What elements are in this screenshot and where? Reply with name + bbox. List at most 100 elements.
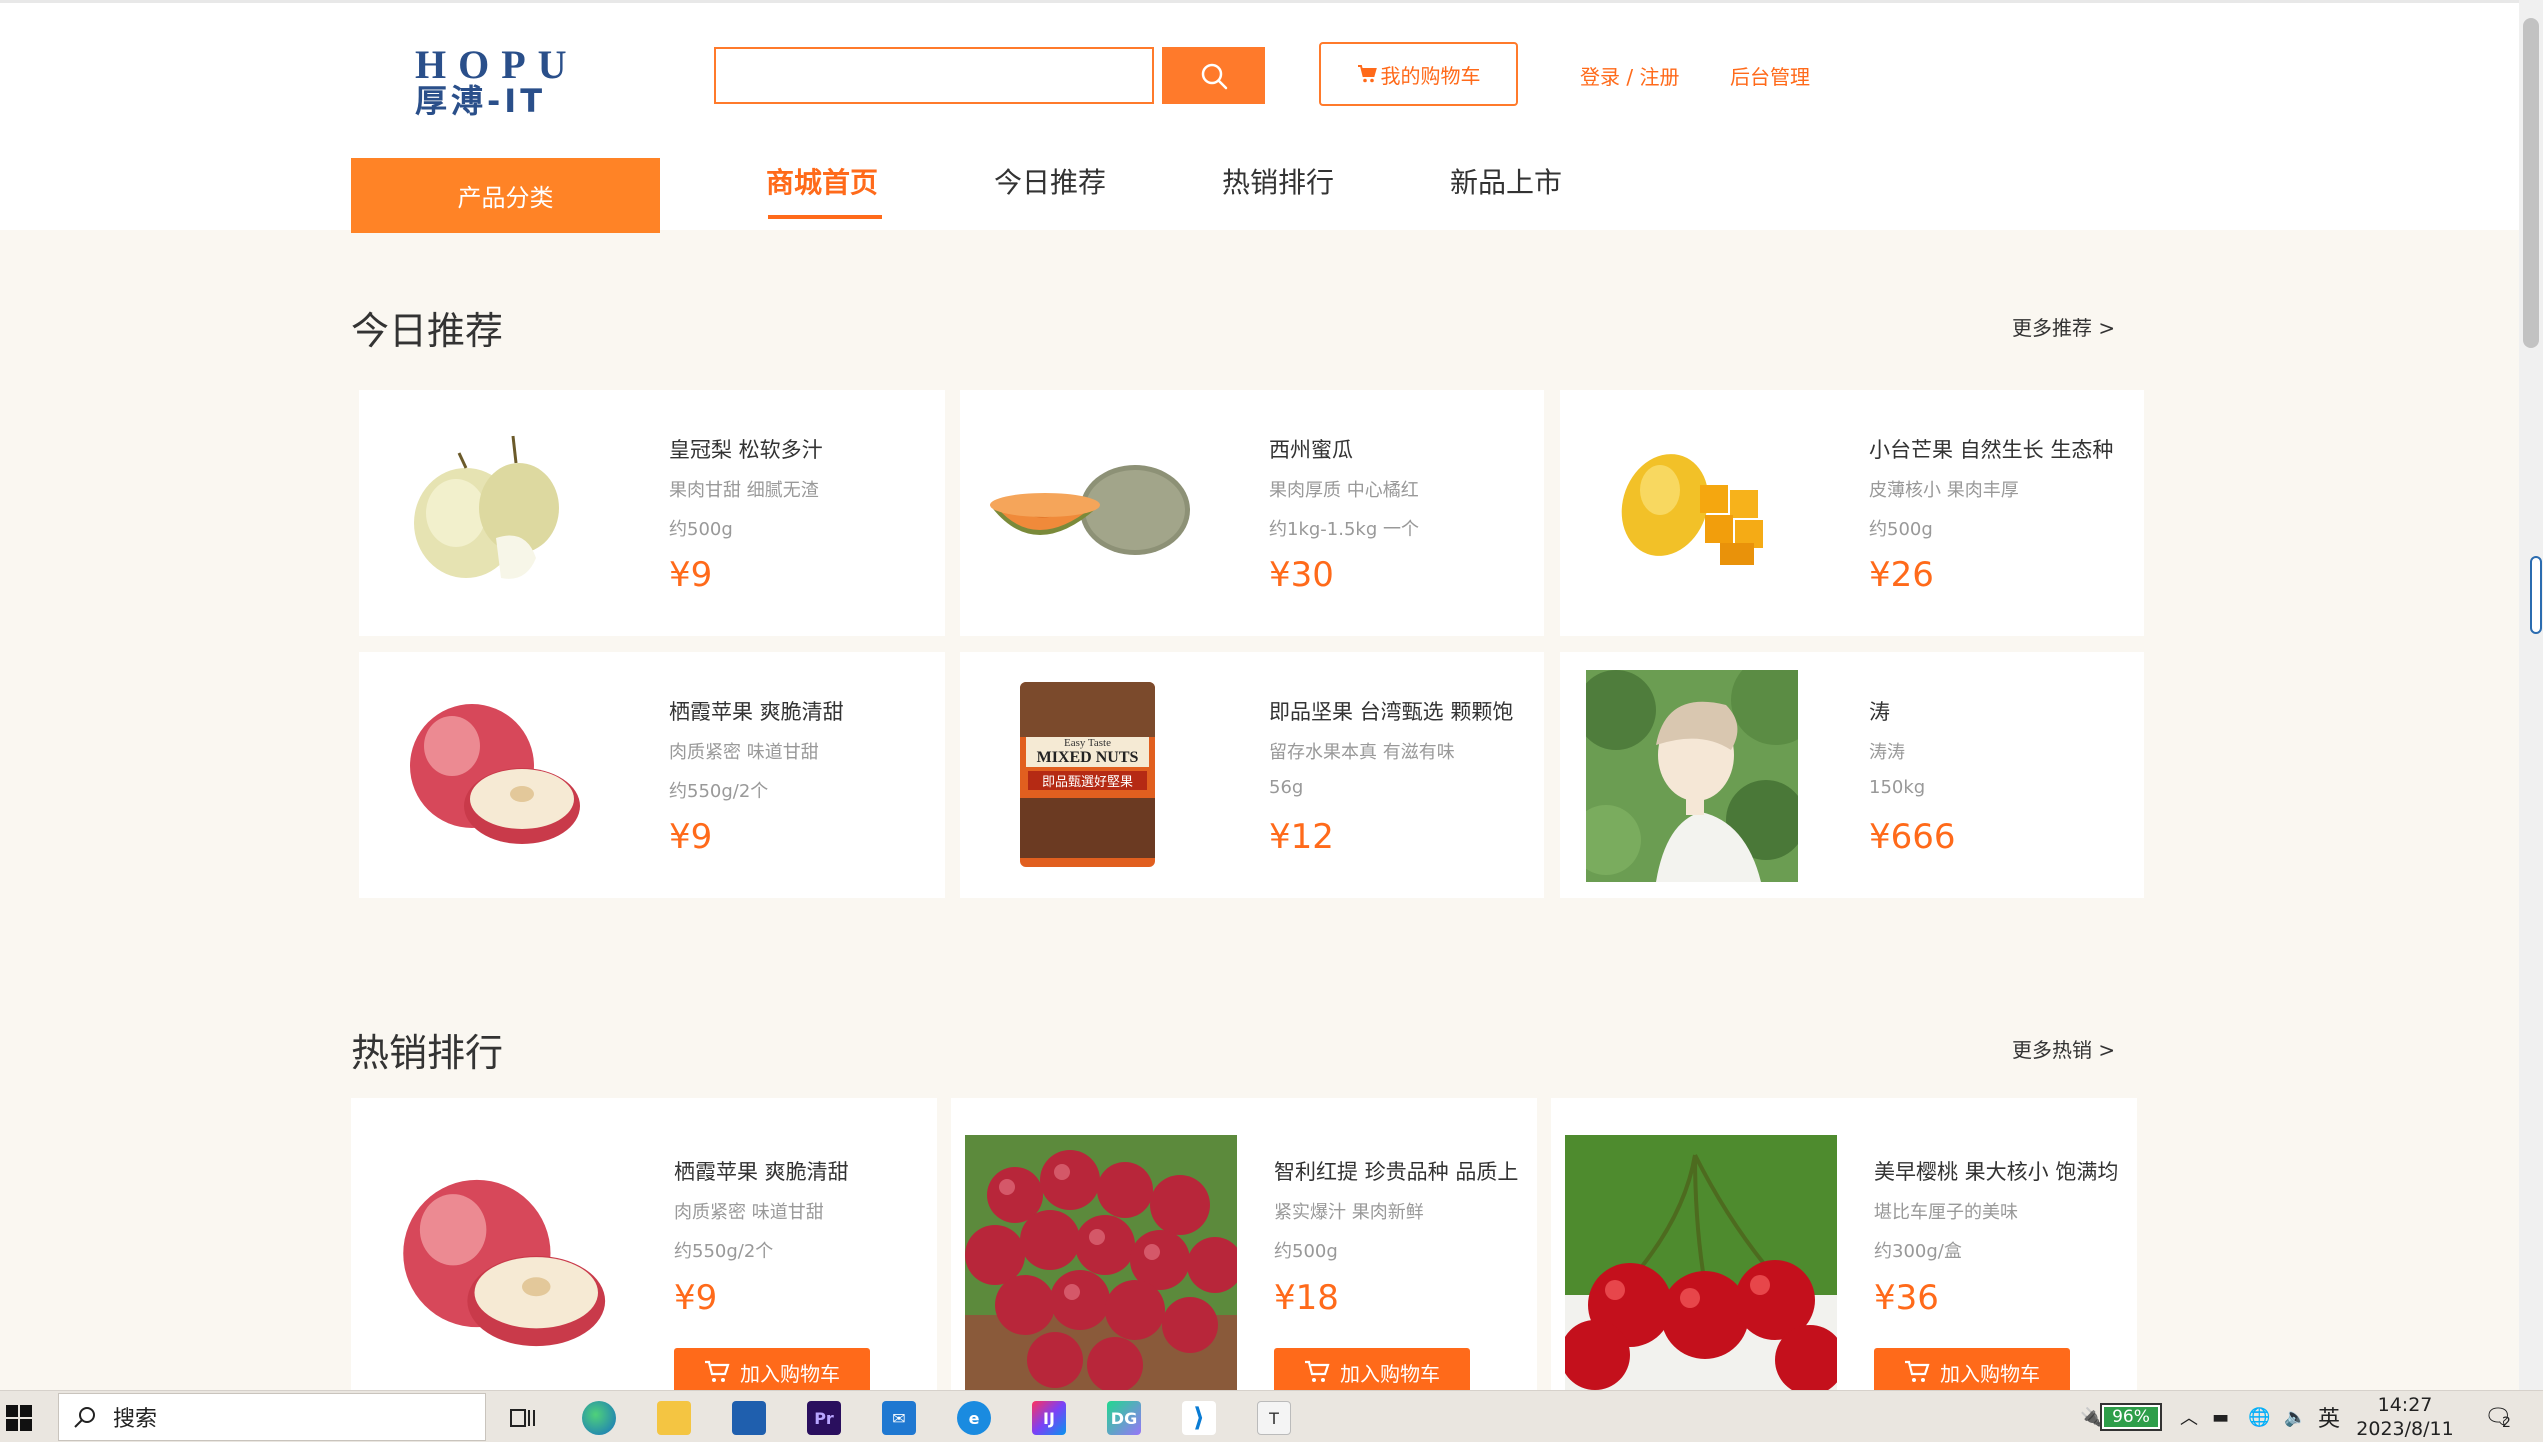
product-weight: 约500g bbox=[669, 519, 733, 540]
product-name[interactable]: 即品坚果 台湾甄选 颗颗饱 bbox=[1269, 696, 1513, 726]
battery-indicator[interactable]: 96% bbox=[2100, 1403, 2162, 1431]
product-weight: 约500g bbox=[1869, 519, 1933, 540]
product-card[interactable]: 栖霞苹果 爽脆清甜 肉质紧密 味道甘甜 约550g/2个 ¥9 bbox=[359, 652, 945, 898]
speaker-icon[interactable]: 🔈 bbox=[2284, 1391, 2306, 1442]
product-weight: 约500g bbox=[1274, 1241, 1338, 1262]
taskbar-search-label: 搜索 bbox=[113, 1407, 158, 1432]
admin-link[interactable]: 后台管理 bbox=[1730, 61, 1810, 90]
product-desc: 留存水果本真 有滋有味 bbox=[1269, 742, 1455, 763]
windows-start-icon[interactable] bbox=[6, 1405, 32, 1431]
page-scrollbar[interactable] bbox=[2519, 0, 2543, 1390]
mango-image bbox=[1621, 454, 1763, 565]
logo-text-bottom: 厚溥-IT bbox=[415, 82, 547, 120]
tab-home[interactable]: 商城首页 bbox=[766, 161, 878, 201]
product-card[interactable]: 小台芒果 自然生长 生态种 皮薄核小 果肉丰厚 约500g ¥26 bbox=[1560, 390, 2144, 636]
microsoft-store-icon[interactable] bbox=[732, 1401, 766, 1435]
login-register-link[interactable]: 登录 / 注册 bbox=[1580, 61, 1679, 90]
product-price: ¥12 bbox=[1269, 817, 1334, 857]
cart-icon bbox=[1905, 1360, 1930, 1382]
more-recommend-link[interactable]: 更多推荐 > bbox=[2012, 312, 2115, 341]
globe-network-icon[interactable]: 🌐 bbox=[2248, 1391, 2270, 1442]
grapes-image bbox=[965, 1135, 1237, 1390]
chevron-up-icon[interactable]: ︿ bbox=[2180, 1391, 2198, 1442]
system-clock[interactable]: 14:27 2023/8/11 bbox=[2350, 1393, 2460, 1441]
product-price: ¥18 bbox=[1274, 1278, 1339, 1318]
cart-icon bbox=[1305, 1360, 1330, 1382]
product-price: ¥9 bbox=[674, 1278, 718, 1318]
add-to-cart-button[interactable]: 加入购物车 bbox=[674, 1348, 870, 1390]
product-weight: 约550g/2个 bbox=[669, 781, 769, 802]
product-desc: 果肉甘甜 细腻无渣 bbox=[669, 480, 819, 501]
product-weight: 约300g/盒 bbox=[1874, 1241, 1962, 1262]
notification-icon[interactable]: 🗨 2 bbox=[2484, 1391, 2512, 1442]
intellij-idea-icon[interactable]: IJ bbox=[1032, 1401, 1066, 1435]
tab-hot[interactable]: 热销排行 bbox=[1222, 161, 1334, 201]
hot-section-title: 热销排行 bbox=[351, 1031, 504, 1075]
typora-icon[interactable]: T bbox=[1257, 1401, 1291, 1435]
product-price: ¥9 bbox=[669, 555, 713, 595]
product-name[interactable]: 西州蜜瓜 bbox=[1269, 434, 1353, 464]
search-icon bbox=[74, 1407, 95, 1428]
clock-time: 14:27 bbox=[2377, 1394, 2433, 1416]
product-name[interactable]: 智利红提 珍贵品种 品质上 bbox=[1274, 1156, 1518, 1186]
hot-product-card[interactable]: 智利红提 珍贵品种 品质上 紧实爆汁 果肉新鲜 约500g ¥18 加入购物车 bbox=[951, 1098, 1537, 1390]
product-desc: 皮薄核小 果肉丰厚 bbox=[1869, 480, 2019, 501]
product-price: ¥26 bbox=[1869, 555, 1934, 595]
product-name[interactable]: 栖霞苹果 爽脆清甜 bbox=[674, 1156, 849, 1186]
add-to-cart-button[interactable]: 加入购物车 bbox=[1274, 1348, 1470, 1390]
product-card[interactable]: 涛 涛涛 150kg ¥666 bbox=[1560, 652, 2144, 898]
task-view-icon[interactable] bbox=[506, 1401, 540, 1435]
product-name[interactable]: 涛 bbox=[1869, 696, 1890, 726]
product-price: ¥30 bbox=[1269, 555, 1334, 595]
device-icon[interactable]: ▬ bbox=[2212, 1391, 2229, 1442]
nuts-chinese-text: 即品甄選好堅果 bbox=[1028, 771, 1147, 790]
apple-image bbox=[410, 704, 580, 844]
nuts-brand-text: Easy Taste bbox=[1064, 737, 1111, 749]
product-category-button[interactable]: 产品分类 bbox=[351, 158, 660, 233]
windows-taskbar: 搜索 Pr ✉ e IJ DG ⟩ T 🔌 96% ︿ ▬ 🌐 🔈 英 14:2… bbox=[0, 1390, 2543, 1442]
my-cart-button[interactable]: 我的购物车 bbox=[1319, 42, 1518, 106]
today-section-title: 今日推荐 bbox=[351, 309, 504, 353]
search-button[interactable] bbox=[1162, 47, 1265, 104]
nuts-title-text: MIXED NUTS bbox=[1036, 749, 1139, 766]
file-explorer-icon[interactable] bbox=[657, 1401, 691, 1435]
edge-browser-icon[interactable] bbox=[582, 1401, 616, 1435]
cherry-image bbox=[1565, 1135, 1837, 1390]
hot-product-card[interactable]: 美早樱桃 果大核小 饱满均 堪比车厘子的美味 约300g/盒 ¥36 加入购物车 bbox=[1551, 1098, 2137, 1390]
ime-indicator[interactable]: 英 bbox=[2318, 1391, 2340, 1442]
vscode-icon[interactable]: ⟩ bbox=[1182, 1401, 1216, 1435]
hopu-logo[interactable]: HOPU 厚溥-IT bbox=[415, 42, 600, 120]
premiere-pro-icon[interactable]: Pr bbox=[807, 1401, 841, 1435]
active-tab-underline bbox=[768, 215, 882, 219]
mail-icon[interactable]: ✉ bbox=[882, 1401, 916, 1435]
tab-new[interactable]: 新品上市 bbox=[1450, 161, 1562, 201]
datagrip-icon[interactable]: DG bbox=[1107, 1401, 1141, 1435]
anime-character-image bbox=[1586, 670, 1798, 882]
more-hot-link[interactable]: 更多热销 > bbox=[2012, 1034, 2115, 1063]
internet-explorer-icon[interactable]: e bbox=[957, 1401, 991, 1435]
product-name[interactable]: 栖霞苹果 爽脆清甜 bbox=[669, 696, 844, 726]
product-desc: 堪比车厘子的美味 bbox=[1874, 1202, 2018, 1223]
tab-today[interactable]: 今日推荐 bbox=[994, 161, 1106, 201]
pear-image bbox=[414, 435, 559, 579]
product-name[interactable]: 皇冠梨 松软多汁 bbox=[669, 434, 823, 464]
product-weight: 56g bbox=[1269, 777, 1304, 798]
product-weight: 约550g/2个 bbox=[674, 1241, 774, 1262]
scrollbar-thumb[interactable] bbox=[2523, 18, 2539, 348]
product-weight: 约1kg-1.5kg 一个 bbox=[1269, 519, 1419, 540]
hot-product-card[interactable]: 栖霞苹果 爽脆清甜 肉质紧密 味道甘甜 约550g/2个 ¥9 加入购物车 bbox=[351, 1098, 937, 1390]
product-card[interactable]: 西州蜜瓜 果肉厚质 中心橘红 约1kg-1.5kg 一个 ¥30 bbox=[960, 390, 1544, 636]
battery-percent: 96% bbox=[2104, 1407, 2158, 1427]
scroll-position-indicator bbox=[2530, 556, 2542, 634]
product-card[interactable]: Easy Taste MIXED NUTS 即品甄選好堅果 即品坚果 台湾甄选 … bbox=[960, 652, 1544, 898]
product-name[interactable]: 美早樱桃 果大核小 饱满均 bbox=[1874, 1156, 2118, 1186]
add-to-cart-label: 加入购物车 bbox=[740, 1361, 840, 1386]
add-to-cart-button[interactable]: 加入购物车 bbox=[1874, 1348, 2070, 1390]
taskbar-search-box[interactable]: 搜索 bbox=[58, 1393, 486, 1441]
product-price: ¥36 bbox=[1874, 1278, 1939, 1318]
product-card[interactable]: 皇冠梨 松软多汁 果肉甘甜 细腻无渣 约500g ¥9 bbox=[359, 390, 945, 636]
product-name[interactable]: 小台芒果 自然生长 生态种 bbox=[1869, 434, 2113, 464]
search-input[interactable] bbox=[714, 47, 1154, 104]
logo-text-top: HOPU bbox=[415, 42, 579, 87]
apple-image bbox=[403, 1179, 606, 1347]
